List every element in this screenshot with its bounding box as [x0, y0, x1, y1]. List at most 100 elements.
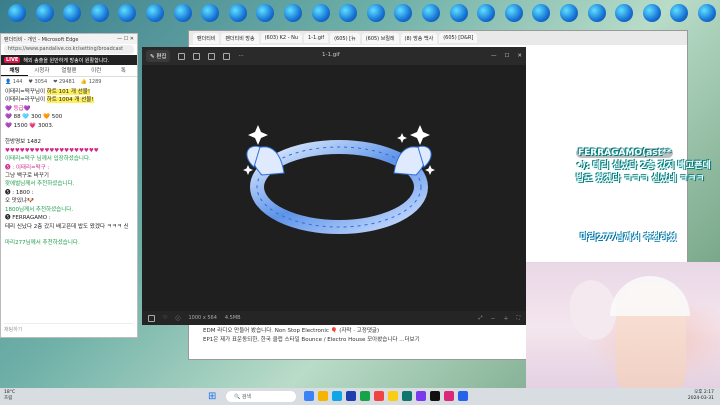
browser-tab[interactable]: 팬더티비: [193, 32, 220, 44]
delete-icon[interactable]: [193, 52, 201, 60]
browser-tab[interactable]: 1-1.gif: [304, 33, 329, 43]
chat-input[interactable]: 채팅하기: [4, 323, 134, 333]
file-name: 1-1.gif: [322, 52, 340, 58]
tab-other[interactable]: 이런: [83, 65, 110, 76]
browser-tab[interactable]: 팬더티비 방송: [221, 32, 259, 44]
fullscreen-icon[interactable]: ⛶: [516, 315, 520, 321]
app-icon[interactable]: [402, 391, 412, 401]
desktop-shortcut-icon[interactable]: [394, 4, 413, 22]
heart-count: ❤ 29481: [53, 78, 75, 85]
overlay-username: FERRAGAMO(ast**: [576, 148, 674, 158]
chat-message: 한방명보 1482: [5, 139, 41, 146]
app-icon[interactable]: [374, 391, 384, 401]
desktop-shortcut-icon[interactable]: [587, 4, 606, 22]
desktop-shortcut-icon[interactable]: [366, 4, 385, 22]
tab-chat[interactable]: 채팅: [1, 65, 29, 76]
chat-message: 이태리=라꾸님이 하트 1004 개 선물!: [5, 97, 94, 104]
desktop-shortcut-icon[interactable]: [228, 4, 247, 22]
address-bar[interactable]: https://www.pandalive.co.kr/setting/broa…: [4, 45, 134, 54]
tab-talk[interactable]: 톡: [110, 65, 137, 76]
tab-fans[interactable]: 열혈팬: [55, 65, 82, 76]
file-explorer-icon[interactable]: [318, 391, 328, 401]
window-minimize-icon[interactable]: —: [491, 53, 497, 59]
edge-browser-icon[interactable]: [332, 391, 342, 401]
info-icon[interactable]: ⓘ: [175, 315, 180, 322]
chat-browser-window[interactable]: 팬더티비 - 개인 - Microsoft Edge — ☐ ✕ https:/…: [0, 33, 138, 338]
maximize-icon[interactable]: ☐: [124, 36, 128, 42]
desktop-shortcut-icon[interactable]: [311, 4, 330, 22]
desktop-shortcut-icon[interactable]: [173, 4, 192, 22]
chat-message-list[interactable]: 이태리=떡꾸님이 하트 101 개 선물! 이태리=라꾸님이 하트 1004 개 …: [1, 86, 137, 250]
gift-highlight: 하트 101 개 선물!: [46, 89, 91, 95]
video-description-more[interactable]: EP1은 제가 표운동되한, 한국 클럽 스타일 Bounce / Electr…: [203, 336, 420, 345]
desktop-shortcut-icon[interactable]: [146, 4, 164, 22]
fan-count: ♥ 3054: [28, 78, 48, 85]
desktop-shortcut-icon[interactable]: [477, 4, 496, 22]
app-icon[interactable]: [444, 391, 454, 401]
desktop-shortcut-icon[interactable]: [615, 4, 634, 22]
chat-message: 이태리=떡꾸님이 하트 101 개 선물!: [5, 89, 91, 95]
zoom-out-icon[interactable]: －: [490, 315, 495, 322]
desktop-shortcut-icon[interactable]: [8, 4, 26, 22]
browser-tab[interactable]: (605) [D&R]: [439, 33, 478, 43]
desktop-shortcut-icon[interactable]: [201, 4, 220, 22]
app-icon[interactable]: [416, 391, 426, 401]
browser-tab[interactable]: (8) 방송 백사: [400, 32, 438, 44]
edit-button[interactable]: ✎ 편집: [146, 50, 171, 62]
browser-tab-strip: 팬더티비 팬더티비 방송 (603) K2 - Nu 1-1.gif (605) [뉴(…: [189, 31, 687, 45]
chat-message: 그냥 백구로 바꾸기: [5, 173, 49, 180]
taskbar-search[interactable]: 🔍 검색: [226, 391, 296, 402]
filmstrip-icon[interactable]: [148, 314, 155, 322]
minimize-icon[interactable]: —: [117, 36, 122, 42]
window-maximize-icon[interactable]: ☐: [504, 53, 509, 59]
desktop-shortcut-icon[interactable]: [560, 4, 578, 22]
fit-icon[interactable]: ⤢: [478, 315, 482, 321]
close-icon[interactable]: ✕: [130, 36, 134, 42]
heart-icon[interactable]: ♡: [163, 315, 167, 321]
kakaotalk-icon[interactable]: [388, 391, 398, 401]
desktop-shortcut-icon[interactable]: [532, 4, 551, 22]
desktop-shortcut-icon[interactable]: [670, 4, 689, 22]
system-tray-clock[interactable]: 오후 2:17 2024-03-31: [688, 390, 714, 402]
taskbar: 18°C 흐림 ⊞ 🔍 검색 오후 2:17 2024-03-31: [0, 388, 720, 405]
tab-viewers[interactable]: 시청자: [28, 65, 55, 76]
desktop-shortcut-icon[interactable]: [256, 4, 275, 22]
chat-message: 오 맛있냐🐶: [5, 198, 34, 205]
desktop-shortcut-icon[interactable]: [63, 4, 82, 22]
desktop-shortcut-icon[interactable]: [449, 4, 468, 22]
chat-message: 🅢 : 이태리=떡구 :: [5, 164, 50, 171]
weather-widget[interactable]: 18°C 흐림: [4, 390, 15, 402]
desktop-shortcut-icon[interactable]: [642, 4, 661, 22]
chrome-icon[interactable]: [360, 391, 370, 401]
desktop-shortcut-icon[interactable]: [422, 4, 440, 22]
photos-icon[interactable]: [458, 391, 468, 401]
more-icon[interactable]: ···: [238, 53, 243, 59]
gift-highlight: 하트 1004 개 선물!: [46, 97, 94, 104]
desktop-shortcut-icon[interactable]: [90, 4, 109, 22]
image-viewer-window[interactable]: ✎ 편집 ··· 1-1.gif — ☐ ✕ ♡ ⓘ 1000 x 564 4.…: [142, 47, 526, 325]
halo-ring: [250, 140, 428, 234]
store-icon[interactable]: [346, 391, 356, 401]
task-view-icon[interactable]: [304, 391, 314, 401]
obs-icon[interactable]: [430, 391, 440, 401]
rotate-icon[interactable]: [178, 52, 186, 60]
browser-tab[interactable]: (603) K2 - Nu: [260, 33, 302, 43]
window-titlebar[interactable]: 팬더티비 - 개인 - Microsoft Edge — ☐ ✕: [1, 34, 137, 44]
desktop-shortcut-icon[interactable]: [698, 4, 716, 22]
browser-tab[interactable]: (605) 브릴레: [361, 32, 399, 44]
viewer-count: 👤 144: [5, 78, 23, 85]
share-icon[interactable]: [223, 52, 231, 60]
stream-chat-overlay: FERRAGAMO(ast** •): 테리 신났다 2층 갔지 배고픈데 밥도…: [576, 147, 720, 186]
windows-start-icon[interactable]: ⊞: [208, 391, 219, 402]
desktop-shortcut-icon[interactable]: [35, 4, 54, 22]
zoom-in-icon[interactable]: ＋: [503, 315, 508, 322]
gif-preview: [243, 125, 435, 234]
browser-tab[interactable]: (605) [뉴: [330, 32, 360, 44]
overlay-recommend-notice: 마리277님께서 추천하셨: [580, 233, 677, 243]
desktop-shortcut-icon[interactable]: [339, 4, 358, 22]
window-close-icon[interactable]: ✕: [517, 53, 522, 59]
desktop-shortcut-icon[interactable]: [118, 4, 137, 22]
desktop-shortcut-icon[interactable]: [504, 4, 523, 22]
desktop-shortcut-icon[interactable]: [284, 4, 302, 22]
favorite-icon[interactable]: [208, 52, 216, 60]
